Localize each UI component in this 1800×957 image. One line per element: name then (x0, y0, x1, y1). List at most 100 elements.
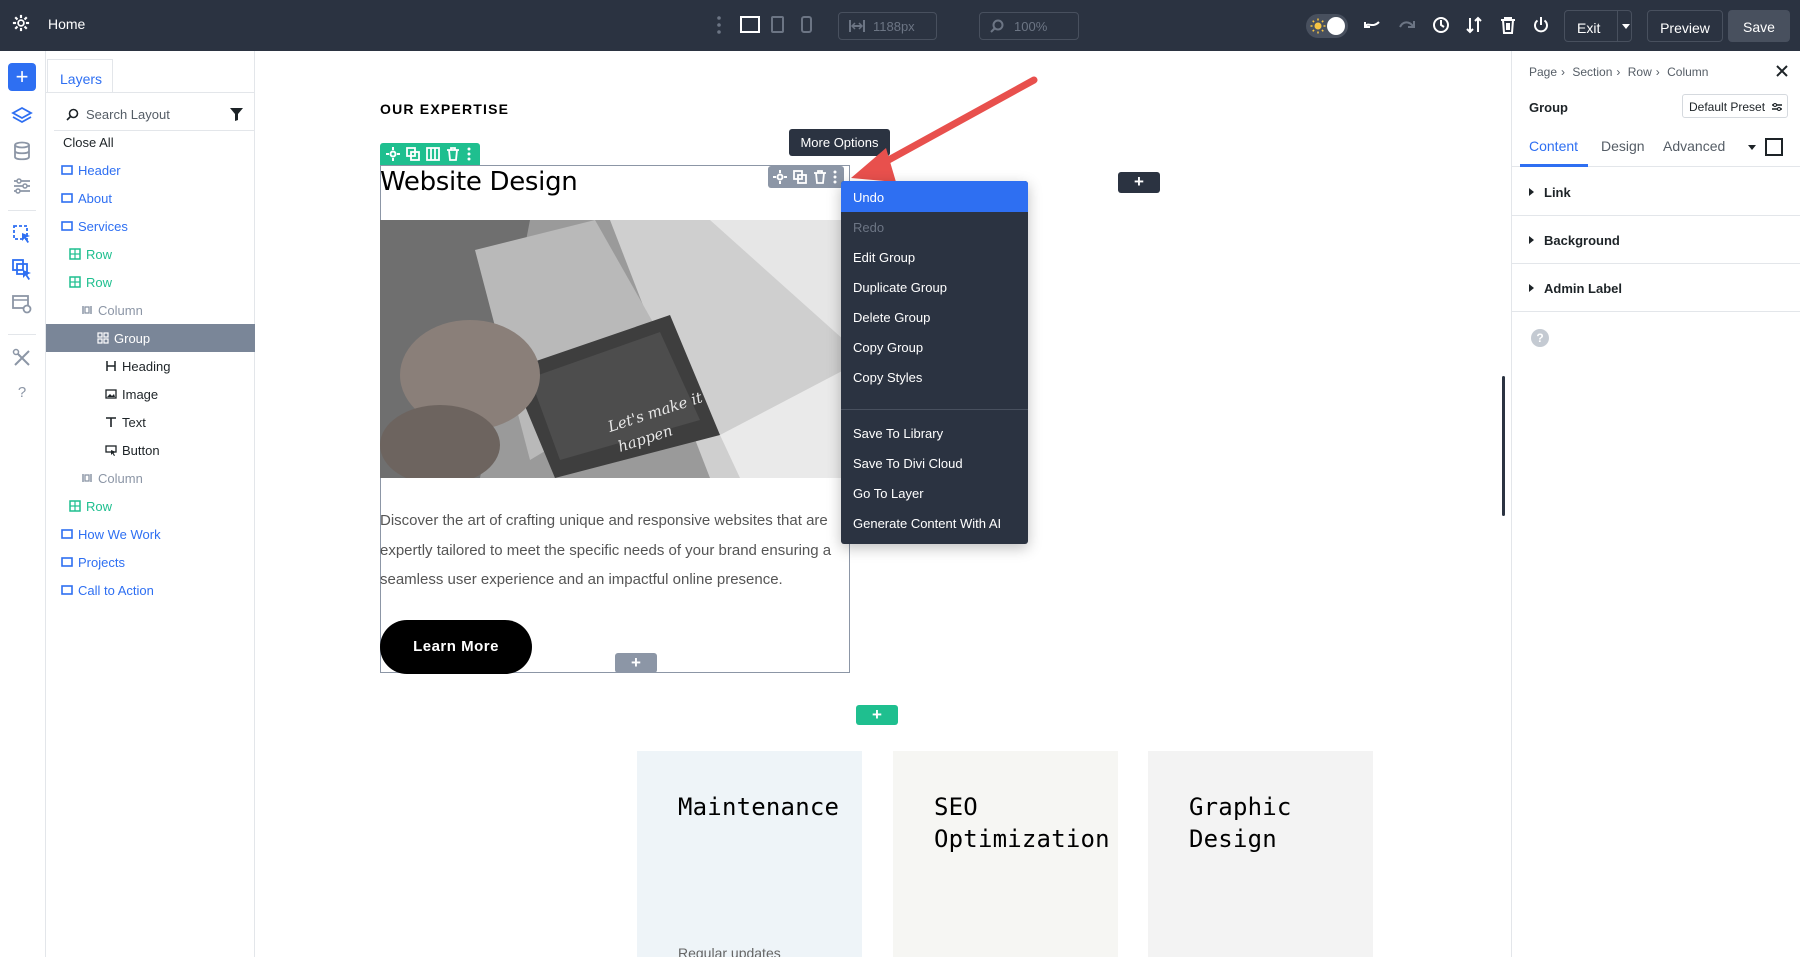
settings-tabs: Content Design Advanced (1512, 129, 1800, 167)
canvas-width-field[interactable]: 1188px (838, 12, 937, 40)
tab-content[interactable]: Content (1529, 138, 1578, 154)
breadcrumb-section[interactable]: Section (1572, 65, 1612, 79)
menu-item-duplicate-group[interactable]: Duplicate Group (841, 271, 1028, 302)
redo-icon[interactable] (1398, 16, 1416, 34)
text-module[interactable]: Discover the art of crafting unique and … (380, 506, 850, 595)
add-column-button[interactable]: + (1118, 172, 1160, 193)
add-row-button[interactable]: + (856, 705, 898, 725)
breadcrumb-page[interactable]: Page (1529, 65, 1557, 79)
service-card-maintenance[interactable]: Maintenance Regular updates (637, 751, 862, 957)
chevron-down-icon[interactable] (1748, 145, 1756, 150)
exit-button[interactable]: Exit (1564, 10, 1632, 42)
layers-icon[interactable] (11, 105, 33, 127)
menu-item-undo[interactable]: Undo (841, 181, 1028, 212)
service-card-seo[interactable]: SEO Optimization (893, 751, 1118, 957)
layer-item-section[interactable]: Call to Action (46, 576, 255, 604)
laptop-image[interactable]: Let's make it happen (380, 220, 844, 478)
layer-item-group[interactable]: Group (46, 324, 255, 352)
heading-module[interactable]: Website Design (380, 167, 577, 197)
expand-icon[interactable] (1765, 138, 1783, 156)
filter-icon[interactable] (230, 108, 243, 121)
power-icon[interactable] (1532, 16, 1550, 34)
layer-item-section[interactable]: About (46, 184, 255, 212)
layer-item-section[interactable]: Header (46, 156, 255, 184)
section-icon (61, 220, 73, 232)
accordion-background[interactable]: Background (1512, 216, 1800, 264)
rail-divider (8, 210, 36, 211)
learn-more-button[interactable]: Learn More (380, 620, 532, 674)
desktop-view-icon[interactable] (740, 16, 760, 33)
breadcrumb-column[interactable]: Column (1667, 65, 1708, 79)
layer-item-row[interactable]: Row (46, 240, 255, 268)
columns-icon[interactable] (426, 147, 440, 161)
tablet-view-icon[interactable] (771, 16, 784, 33)
duplicate-icon[interactable] (406, 147, 420, 161)
close-all-button[interactable]: Close All (46, 128, 255, 156)
service-card-graphic[interactable]: Graphic Design (1148, 751, 1373, 957)
layer-item-image[interactable]: Image (46, 380, 255, 408)
card-title: Maintenance (678, 791, 839, 823)
card-title: SEO Optimization (934, 791, 1104, 855)
page-cursor-icon[interactable] (11, 223, 33, 245)
sliders-icon[interactable] (11, 175, 33, 197)
sort-icon[interactable] (1465, 16, 1483, 34)
more-vertical-icon[interactable] (466, 147, 472, 161)
settings-icon[interactable] (386, 147, 400, 161)
duplicate-icon[interactable] (793, 170, 807, 184)
menu-item-generate-content-with-ai[interactable]: Generate Content With AI (841, 507, 1028, 538)
layer-item-section[interactable]: How We Work (46, 520, 255, 548)
accordion-admin-label[interactable]: Admin Label (1512, 264, 1800, 312)
phone-view-icon[interactable] (801, 16, 812, 33)
menu-item-go-to-layer[interactable]: Go To Layer (841, 477, 1028, 508)
save-button[interactable]: Save (1728, 10, 1790, 42)
tab-design[interactable]: Design (1601, 138, 1645, 154)
layer-item-column[interactable]: Column (46, 464, 255, 492)
database-icon[interactable] (11, 140, 33, 162)
layer-item-row[interactable]: Row (46, 492, 255, 520)
layer-item-section[interactable]: Services (46, 212, 255, 240)
layer-item-heading[interactable]: Heading (46, 352, 255, 380)
help-icon[interactable]: ? (11, 381, 33, 403)
chevron-down-icon[interactable] (1622, 24, 1630, 29)
trash-icon[interactable] (446, 147, 460, 161)
breadcrumb-separator: › (1616, 65, 1620, 79)
menu-item-edit-group[interactable]: Edit Group (841, 241, 1028, 272)
layer-item-button[interactable]: Button (46, 436, 255, 464)
accordion-link[interactable]: Link (1512, 168, 1800, 216)
zoom-value: 100% (1014, 19, 1047, 34)
menu-item-redo[interactable]: Redo (841, 211, 1028, 242)
zoom-field[interactable]: 100% (979, 12, 1079, 40)
layer-item-row[interactable]: Row (46, 268, 255, 296)
layers-search[interactable]: Search Layout (54, 97, 254, 131)
layer-item-section[interactable]: Projects (46, 548, 255, 576)
close-icon[interactable] (1776, 65, 1788, 77)
tab-layers[interactable]: Layers (47, 59, 113, 93)
undo-icon[interactable] (1363, 16, 1381, 34)
more-vertical-icon[interactable] (713, 14, 725, 36)
breadcrumb-row[interactable]: Row (1628, 65, 1652, 79)
layer-item-column[interactable]: Column (46, 296, 255, 324)
more-options-icon[interactable] (832, 170, 838, 184)
theme-toggle[interactable] (1306, 14, 1348, 38)
gear-icon[interactable] (12, 14, 30, 32)
template-search-icon[interactable] (11, 293, 33, 315)
menu-item-copy-styles[interactable]: Copy Styles (841, 361, 1028, 392)
trash-icon[interactable] (1499, 16, 1517, 34)
settings-icon[interactable] (773, 170, 787, 184)
preset-select[interactable]: Default Preset (1682, 94, 1788, 118)
tab-advanced[interactable]: Advanced (1663, 138, 1725, 154)
menu-item-save-to-library[interactable]: Save To Library (841, 417, 1028, 448)
multi-select-icon[interactable] (11, 258, 33, 280)
history-icon[interactable] (1432, 16, 1450, 34)
layer-item-text[interactable]: Text (46, 408, 255, 436)
help-icon[interactable]: ? (1531, 329, 1549, 347)
add-module-button[interactable]: + (615, 653, 657, 673)
tools-icon[interactable] (11, 347, 33, 369)
menu-item-delete-group[interactable]: Delete Group (841, 301, 1028, 332)
scroll-indicator[interactable] (1502, 376, 1505, 516)
menu-item-copy-group[interactable]: Copy Group (841, 331, 1028, 362)
trash-icon[interactable] (813, 170, 827, 184)
menu-item-save-to-divi-cloud[interactable]: Save To Divi Cloud (841, 447, 1028, 478)
preview-button[interactable]: Preview (1647, 10, 1723, 42)
add-icon[interactable]: + (8, 63, 36, 91)
